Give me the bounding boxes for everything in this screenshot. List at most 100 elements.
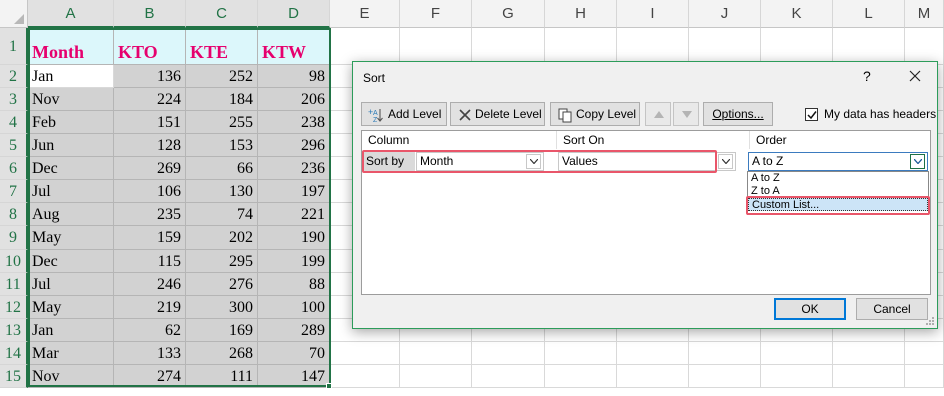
- add-level-button[interactable]: + A Z Add Level: [361, 102, 447, 126]
- copy-level-button[interactable]: Copy Level: [550, 102, 640, 126]
- row-header-3[interactable]: 3: [0, 88, 28, 111]
- data-cell[interactable]: 252: [186, 65, 258, 88]
- data-cell[interactable]: Nov: [28, 365, 114, 388]
- cancel-button[interactable]: Cancel: [856, 298, 928, 320]
- empty-cell[interactable]: [617, 342, 689, 365]
- data-cell[interactable]: 190: [258, 226, 330, 250]
- data-cell[interactable]: 235: [114, 203, 186, 226]
- data-cell[interactable]: 70: [258, 342, 330, 365]
- empty-cell[interactable]: [472, 342, 545, 365]
- data-cell[interactable]: 219: [114, 296, 186, 319]
- header-cell[interactable]: KTE: [186, 28, 258, 65]
- data-cell[interactable]: 197: [258, 180, 330, 203]
- data-cell[interactable]: 269: [114, 157, 186, 180]
- order-option-a-to-z[interactable]: A to Z: [748, 172, 928, 185]
- help-button[interactable]: ?: [863, 68, 871, 84]
- header-cell[interactable]: KTO: [114, 28, 186, 65]
- column-header-b[interactable]: B: [114, 0, 186, 28]
- header-cell[interactable]: Month: [28, 28, 114, 65]
- data-cell[interactable]: 169: [186, 319, 258, 342]
- data-cell[interactable]: 236: [258, 157, 330, 180]
- data-cell[interactable]: May: [28, 296, 114, 319]
- data-cell[interactable]: 151: [114, 111, 186, 134]
- column-header-h[interactable]: H: [545, 0, 617, 28]
- empty-cell[interactable]: [833, 342, 905, 365]
- data-cell[interactable]: 98: [258, 65, 330, 88]
- column-combobox[interactable]: Month: [416, 152, 544, 171]
- empty-cell[interactable]: [400, 365, 472, 388]
- empty-cell[interactable]: [472, 365, 545, 388]
- data-cell[interactable]: Aug: [28, 203, 114, 226]
- data-cell[interactable]: 147: [258, 365, 330, 388]
- row-header-13[interactable]: 13: [0, 319, 28, 342]
- move-up-button[interactable]: [645, 102, 671, 126]
- row-header-1[interactable]: 1: [0, 28, 28, 65]
- empty-cell[interactable]: [400, 28, 472, 65]
- headers-checkbox[interactable]: [805, 108, 818, 121]
- data-cell[interactable]: 66: [186, 157, 258, 180]
- empty-cell[interactable]: [761, 365, 833, 388]
- data-cell[interactable]: 100: [258, 296, 330, 319]
- order-option-custom-list[interactable]: Custom List...: [748, 198, 928, 211]
- order-combobox[interactable]: A to Z: [748, 152, 928, 171]
- data-cell[interactable]: 153: [186, 134, 258, 157]
- row-header-10[interactable]: 10: [0, 250, 28, 273]
- row-header-8[interactable]: 8: [0, 203, 28, 226]
- row-header-2[interactable]: 2: [0, 65, 28, 88]
- row-header-15[interactable]: 15: [0, 365, 28, 388]
- header-cell[interactable]: KTW: [258, 28, 330, 65]
- empty-cell[interactable]: [617, 365, 689, 388]
- data-cell[interactable]: 111: [186, 365, 258, 388]
- data-cell[interactable]: 276: [186, 273, 258, 296]
- row-header-5[interactable]: 5: [0, 134, 28, 157]
- data-cell[interactable]: Jan: [28, 319, 114, 342]
- options-button[interactable]: Options...: [703, 102, 773, 126]
- row-header-11[interactable]: 11: [0, 273, 28, 296]
- data-cell[interactable]: Jan: [28, 65, 114, 88]
- data-cell[interactable]: 238: [258, 111, 330, 134]
- data-cell[interactable]: 300: [186, 296, 258, 319]
- empty-cell[interactable]: [833, 28, 905, 65]
- row-header-4[interactable]: 4: [0, 111, 28, 134]
- data-cell[interactable]: 224: [114, 88, 186, 111]
- ok-button[interactable]: OK: [774, 298, 846, 320]
- empty-cell[interactable]: [330, 342, 400, 365]
- data-cell[interactable]: 268: [186, 342, 258, 365]
- empty-cell[interactable]: [545, 28, 617, 65]
- data-cell[interactable]: May: [28, 226, 114, 250]
- move-down-button[interactable]: [673, 102, 699, 126]
- resize-grip-icon[interactable]: [925, 316, 935, 326]
- column-header-i[interactable]: I: [617, 0, 689, 28]
- row-header-7[interactable]: 7: [0, 180, 28, 203]
- row-header-9[interactable]: 9: [0, 226, 28, 250]
- data-cell[interactable]: 128: [114, 134, 186, 157]
- column-header-a[interactable]: A: [28, 0, 114, 28]
- empty-cell[interactable]: [905, 28, 944, 65]
- empty-cell[interactable]: [400, 342, 472, 365]
- column-header-f[interactable]: F: [400, 0, 472, 28]
- column-header-k[interactable]: K: [761, 0, 833, 28]
- column-header-m[interactable]: M: [905, 0, 944, 28]
- data-cell[interactable]: Jul: [28, 273, 114, 296]
- data-cell[interactable]: 221: [258, 203, 330, 226]
- data-cell[interactable]: Mar: [28, 342, 114, 365]
- empty-cell[interactable]: [761, 28, 833, 65]
- select-all-corner[interactable]: [0, 0, 28, 28]
- sort-on-combobox-dropdown[interactable]: [718, 154, 733, 169]
- data-cell[interactable]: Feb: [28, 111, 114, 134]
- data-cell[interactable]: Nov: [28, 88, 114, 111]
- data-cell[interactable]: 115: [114, 250, 186, 273]
- column-combobox-dropdown[interactable]: [526, 154, 541, 169]
- empty-cell[interactable]: [330, 28, 400, 65]
- data-cell[interactable]: 246: [114, 273, 186, 296]
- empty-cell[interactable]: [330, 365, 400, 388]
- data-cell[interactable]: 88: [258, 273, 330, 296]
- column-header-e[interactable]: E: [330, 0, 400, 28]
- data-cell[interactable]: 255: [186, 111, 258, 134]
- delete-level-button[interactable]: Delete Level: [450, 102, 545, 126]
- column-header-l[interactable]: L: [833, 0, 905, 28]
- order-combobox-dropdown[interactable]: [910, 154, 925, 169]
- data-cell[interactable]: Dec: [28, 250, 114, 273]
- sort-on-combobox[interactable]: Values: [558, 152, 736, 171]
- empty-cell[interactable]: [833, 365, 905, 388]
